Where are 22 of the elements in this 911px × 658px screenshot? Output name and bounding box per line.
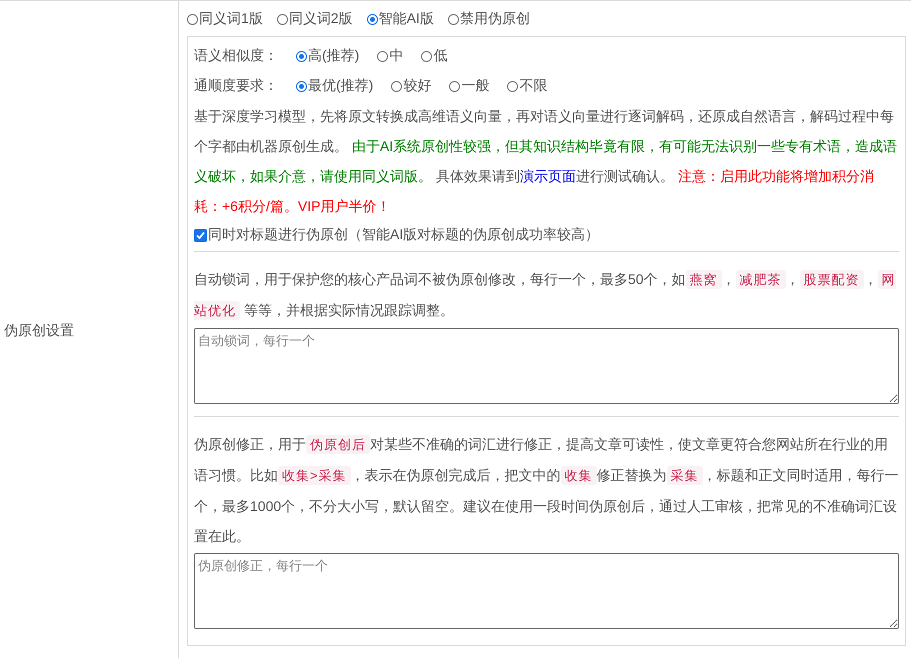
title-checkbox[interactable] (194, 228, 207, 242)
radio-option[interactable]: 最优(推荐) (296, 77, 374, 95)
lock-words-field[interactable]: 自动锁词，每行一个 (194, 328, 899, 404)
radio-option[interactable]: 高(推荐) (296, 47, 360, 65)
radio-option[interactable]: 较好 (391, 77, 432, 95)
radio-option[interactable]: 同义词2版 (276, 10, 353, 28)
radio-option[interactable]: 中 (377, 47, 404, 65)
section-label: 伪原创设置 (4, 322, 74, 340)
radio-option[interactable]: 同义词1版 (187, 10, 263, 28)
radio-option[interactable]: 不限 (507, 77, 548, 95)
radio-option[interactable]: 低 (421, 47, 448, 65)
radio-option[interactable]: 禁用伪原创 (448, 10, 530, 28)
checkbox-label[interactable]: 同时对标题进行伪原创（智能AI版对标题的伪原创成功率较高） (208, 226, 600, 244)
corrections-description: 伪原创修正，用于 伪原创后 对某些不准确的词汇进行修正，提高文章可读性，使文章更符合您网站所在行业的用语习惯。比如 收集>采集 ，表示在伪原创完成后，把文中的 收集 修正替换为 采集 ，标题和正文同时适用，每行一个，最多1000个，不分大小写，默认留空。建议在使用一段时间伪原创后，通过人工审核，把常见的不准确词汇设置在此。 (194, 434, 899, 546)
fluency-label: 通顺度要求： (194, 77, 278, 95)
ai-description: 基于深度学习模型，先将原文转换成高维语义向量，再对语义向量进行逐词解码，还原成自然语言，解码过程中每个字都由机器原创生成。 由于AI系统原创性较强，但其知识结构毕竟有限，有可能无法识别一些专有术语，造成语义破坏，如果介意，请使用同义词版。 具体效果请到演示页面进行测试确认。 注意：启用此功能将增加积分消耗：+6积分/篇。VIP用户半价！ (194, 107, 898, 216)
radio-option[interactable]: 一般 (449, 77, 490, 95)
lock-words-description: 自动锁词，用于保护您的核心产品词不被伪原创修改，每行一个，最多50个，如 燕窝 ， 减肥茶 ， 股票配资 ， 网站优化 等等，并根据实际情况跟踪调整。 (194, 269, 897, 322)
corrections-field[interactable]: 伪原创修正，每行一个 (194, 553, 899, 629)
demo-page-link[interactable]: 演示页面 (520, 168, 576, 184)
similarity-label: 语义相似度： (194, 47, 278, 65)
radio-option[interactable]: 智能AI版 (366, 10, 434, 28)
